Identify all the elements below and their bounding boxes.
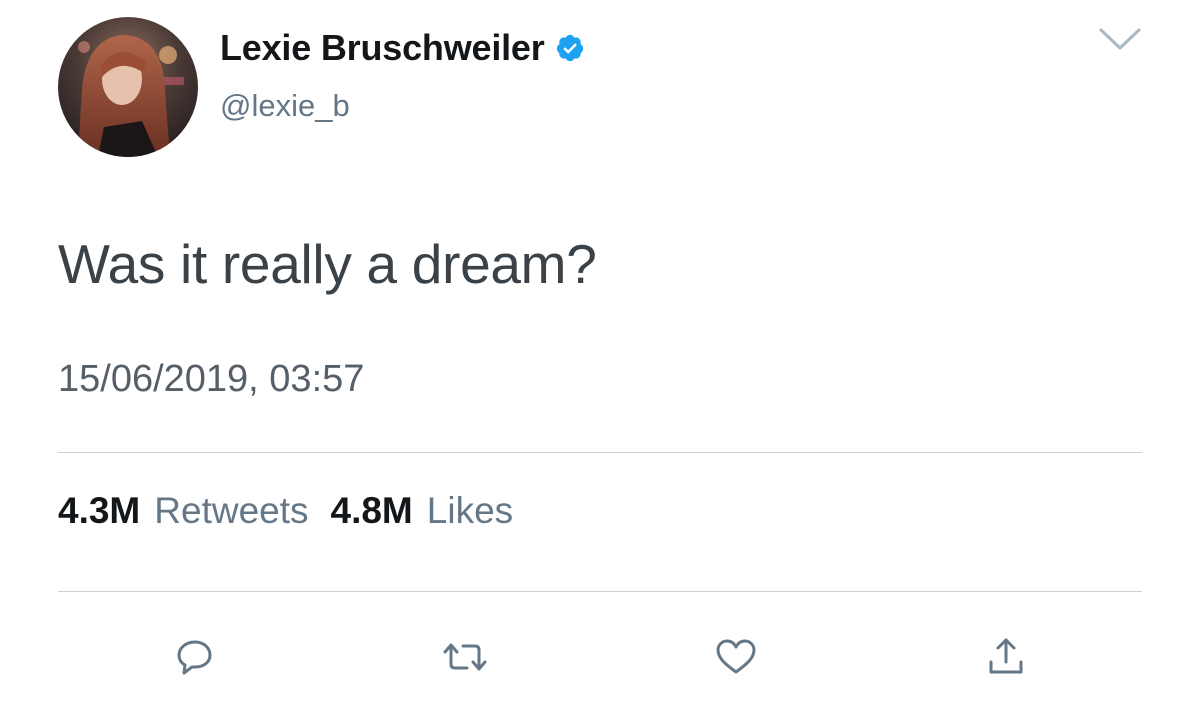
likes-count: 4.8M [330,490,413,531]
author-display-name[interactable]: Lexie Bruschweiler [220,27,545,69]
likes-label: Likes [426,490,514,531]
share-icon [989,638,1023,674]
retweets-stat[interactable]: 4.3M Retweets [58,490,309,532]
retweet-icon [443,643,487,671]
like-button[interactable] [709,630,763,684]
avatar-image [58,17,198,157]
tweet-timestamp[interactable]: 15/06/2019, 03:57 [58,358,364,401]
divider [58,452,1142,453]
avatar[interactable] [58,17,198,157]
author-name-row: Lexie Bruschweiler [220,26,585,70]
tweet-stats: 4.3M Retweets 4.8M Likes [58,490,535,532]
retweets-label: Retweets [154,490,309,531]
author-handle[interactable]: @lexie_b [220,88,350,124]
share-button[interactable] [979,630,1033,684]
verified-badge-icon [555,33,585,63]
divider [58,591,1142,592]
reply-icon [177,640,212,675]
retweet-button[interactable] [438,630,492,684]
reply-button[interactable] [168,630,222,684]
likes-stat[interactable]: 4.8M Likes [331,490,514,532]
heart-icon [716,639,756,674]
chevron-down-icon[interactable] [1098,26,1142,52]
tweet-text: Was it really a dream? [58,233,597,295]
retweets-count: 4.3M [58,490,141,531]
